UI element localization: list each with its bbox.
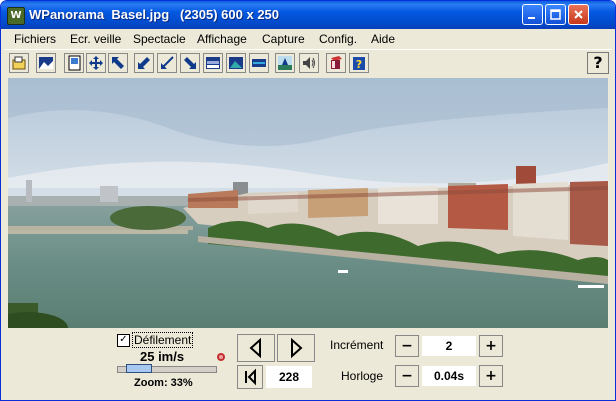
arrow-left-icon xyxy=(249,337,261,359)
clock-minus-button[interactable]: − xyxy=(395,365,419,387)
page-button[interactable] xyxy=(64,53,84,73)
menu-aide[interactable]: Aide xyxy=(371,32,395,46)
title-bar[interactable]: W WPanorama Basel.jpg (2305) 600 x 250 xyxy=(1,1,615,29)
maximize-icon xyxy=(550,9,561,20)
menu-capture[interactable]: Capture xyxy=(262,32,305,46)
go-start-button[interactable] xyxy=(237,365,263,389)
panorama-3-button[interactable] xyxy=(249,53,269,73)
scroll-left-button[interactable] xyxy=(237,334,275,362)
page-icon xyxy=(68,55,81,71)
increment-plus-button[interactable]: + xyxy=(479,335,503,357)
panorama-1-icon xyxy=(206,57,220,69)
sound-icon xyxy=(303,57,315,69)
open-button[interactable] xyxy=(9,53,29,73)
sunset-icon xyxy=(278,56,292,70)
menu-fichiers[interactable]: Fichiers xyxy=(14,32,56,46)
speed-value: 25 im/s xyxy=(140,349,185,364)
arrow-downleft-icon xyxy=(138,57,150,69)
toolbar: ? ? xyxy=(4,49,612,78)
picture-button[interactable] xyxy=(36,53,56,73)
increment-value[interactable]: 2 xyxy=(422,336,476,356)
arrow-downleft2-icon xyxy=(161,56,174,69)
scroll-checkbox[interactable]: ✓ xyxy=(117,334,130,347)
close-icon xyxy=(574,10,583,19)
help-book-icon: ? xyxy=(353,57,365,71)
panorama-image xyxy=(8,78,608,328)
book-icon xyxy=(331,56,342,69)
menu-config[interactable]: Config. xyxy=(319,32,357,46)
app-window: W WPanorama Basel.jpg (2305) 600 x 250 F… xyxy=(0,0,616,401)
increment-label: Incrément xyxy=(330,338,384,352)
arrow-downleft2-button[interactable] xyxy=(157,53,177,73)
arrow-upleft-icon xyxy=(112,57,124,69)
panorama-3-icon xyxy=(252,59,266,67)
panorama-viewport[interactable] xyxy=(8,78,608,328)
increment-minus-button[interactable]: − xyxy=(395,335,419,357)
panorama-2-icon xyxy=(229,57,243,69)
menu-spectacle[interactable]: Spectacle xyxy=(133,32,186,46)
svg-text:?: ? xyxy=(356,58,362,71)
menu-affichage[interactable]: Affichage xyxy=(197,32,247,46)
scroll-label[interactable]: Défilement xyxy=(132,332,194,348)
move-all-button[interactable] xyxy=(86,53,106,73)
minimize-icon xyxy=(528,17,535,19)
control-panel: ✓ Défilement 25 im/s Zoom: 33% 228 Incré… xyxy=(4,328,612,398)
zoom-slider-thumb[interactable] xyxy=(126,364,152,373)
sunset-button[interactable] xyxy=(275,53,295,73)
open-icon xyxy=(12,56,26,70)
close-button[interactable] xyxy=(568,4,589,25)
scroll-right-button[interactable] xyxy=(277,334,315,362)
skip-to-start-icon xyxy=(245,368,256,386)
clock-label: Horloge xyxy=(341,369,384,383)
panorama-1-button[interactable] xyxy=(203,53,223,73)
help-book-button[interactable]: ? xyxy=(349,53,369,73)
zoom-value: Zoom: 33% xyxy=(134,377,193,389)
clock-value[interactable]: 0.04s xyxy=(422,366,476,386)
app-icon[interactable]: W xyxy=(7,7,25,25)
sound-button[interactable] xyxy=(299,53,319,73)
menu-ecr-veille[interactable]: Ecr. veille xyxy=(70,32,121,46)
arrow-downleft-button[interactable] xyxy=(134,53,154,73)
arrow-right-icon xyxy=(291,337,303,359)
menu-bar: Fichiers Ecr. veille Spectacle Affichage… xyxy=(4,29,612,49)
speed-indicator-icon xyxy=(217,353,225,361)
arrow-downright-button[interactable] xyxy=(180,53,200,73)
minimize-button[interactable] xyxy=(522,4,543,25)
maximize-button[interactable] xyxy=(545,4,566,25)
clock-plus-button[interactable]: + xyxy=(479,365,503,387)
panorama-2-button[interactable] xyxy=(226,53,246,73)
move-all-icon xyxy=(89,56,103,70)
book-button[interactable] xyxy=(326,53,346,73)
arrow-upleft-button[interactable] xyxy=(108,53,128,73)
position-value[interactable]: 228 xyxy=(266,366,312,388)
picture-icon xyxy=(39,57,53,69)
arrow-downright-icon xyxy=(184,57,196,69)
window-title: WPanorama Basel.jpg (2305) 600 x 250 xyxy=(29,7,280,22)
help-button[interactable]: ? xyxy=(587,52,609,74)
